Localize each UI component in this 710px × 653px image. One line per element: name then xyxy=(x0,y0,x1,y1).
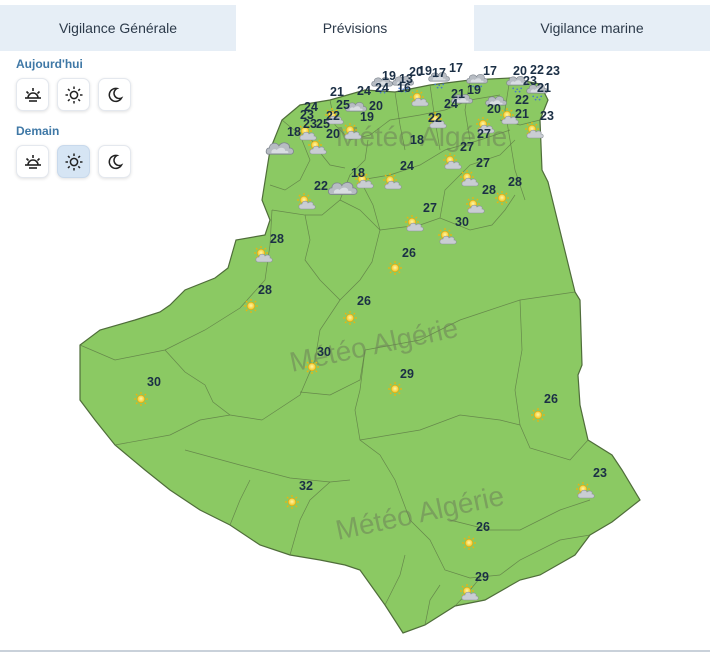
temp-label: 21 xyxy=(330,85,344,99)
temp-label: 23 xyxy=(540,109,554,123)
temp-label: 21 xyxy=(515,107,529,121)
temp-label: 17 xyxy=(483,64,497,78)
temp-label: 16 xyxy=(397,81,411,95)
temp-label: 32 xyxy=(299,479,313,493)
temp-label: 24 xyxy=(444,97,458,111)
temp-label: 19 xyxy=(467,83,481,97)
tab-bar: Vigilance Générale Prévisions Vigilance … xyxy=(0,5,710,51)
temp-label: 28 xyxy=(270,232,284,246)
bottom-divider xyxy=(0,650,710,652)
temp-label: 17 xyxy=(432,66,446,80)
algeria-forecast-map[interactable]: Météo Algérie Météo Algérie Météo Algéri… xyxy=(0,52,710,653)
temp-label: 19 xyxy=(360,110,374,124)
temp-label: 18 xyxy=(410,133,424,147)
temp-label: 27 xyxy=(476,156,490,170)
temp-label: 18 xyxy=(287,125,301,139)
temp-label: 22 xyxy=(314,179,328,193)
temp-label: 24 xyxy=(400,159,414,173)
temp-label: 26 xyxy=(476,520,490,534)
temp-label: 30 xyxy=(317,345,331,359)
temp-label: 26 xyxy=(357,294,371,308)
temp-label: 26 xyxy=(402,246,416,260)
temp-label: 21 xyxy=(537,81,551,95)
temp-label: 28 xyxy=(258,283,272,297)
tab-previsions[interactable]: Prévisions xyxy=(236,5,474,51)
temp-label: 29 xyxy=(400,367,414,381)
temp-label: 19 xyxy=(418,64,432,78)
temp-label: 27 xyxy=(477,127,491,141)
temp-label: 23 xyxy=(593,466,607,480)
temp-label: 24 xyxy=(375,81,389,95)
temp-label: 22 xyxy=(428,111,442,125)
temp-label: 27 xyxy=(423,201,437,215)
temp-label: 23 xyxy=(303,117,317,131)
temp-label: 30 xyxy=(147,375,161,389)
temp-label: 25 xyxy=(316,117,330,131)
temp-label: 30 xyxy=(455,215,469,229)
temp-label: 22 xyxy=(515,93,529,107)
temp-label: 24 xyxy=(357,84,371,98)
tab-vigilance-marine[interactable]: Vigilance marine xyxy=(474,5,710,51)
temp-label: 18 xyxy=(351,166,365,180)
tab-vigilance-generale[interactable]: Vigilance Générale xyxy=(0,5,236,51)
temp-label: 23 xyxy=(546,64,560,78)
temp-label: 28 xyxy=(508,175,522,189)
temp-label: 23 xyxy=(523,74,537,88)
temp-label: 20 xyxy=(487,102,501,116)
temp-label: 29 xyxy=(475,570,489,584)
temp-label: 27 xyxy=(460,140,474,154)
temp-label: 17 xyxy=(449,61,463,75)
temp-label: 28 xyxy=(482,183,496,197)
temp-label: 26 xyxy=(544,392,558,406)
